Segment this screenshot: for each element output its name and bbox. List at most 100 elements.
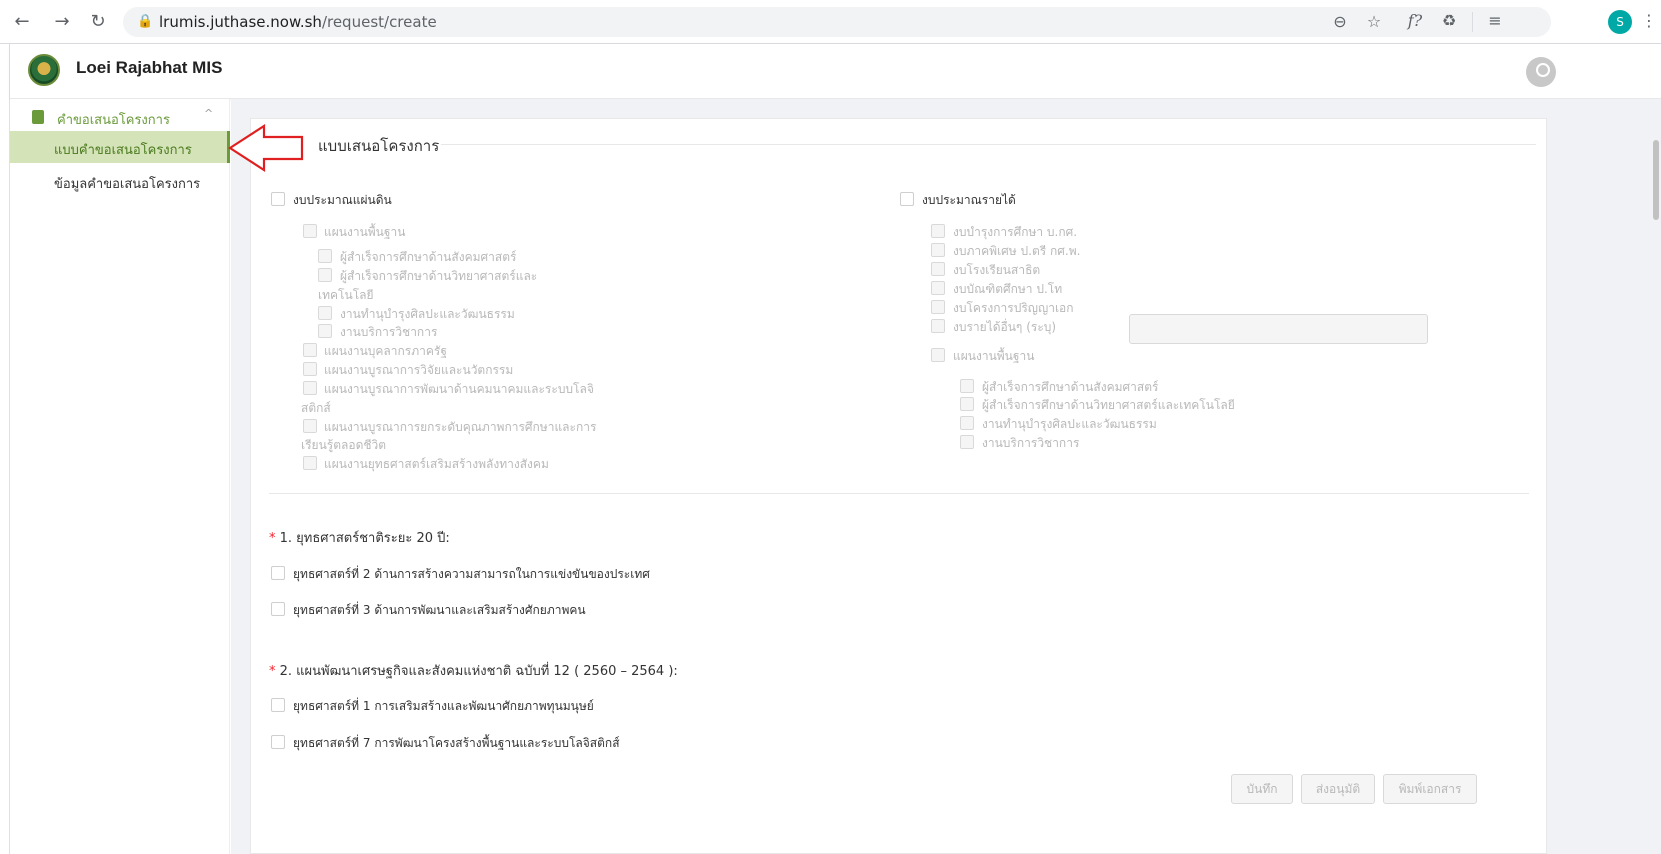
left-academic-services-label: งานบริการวิชาการ: [340, 325, 438, 339]
checkbox-social-empowerment[interactable]: [303, 456, 317, 470]
checkbox-left-science-graduates[interactable]: [318, 268, 332, 282]
checkbox-left-social-graduates[interactable]: [318, 249, 332, 263]
transport-logistics-label: แผนงานบูรณาการพัฒนาด้านคมนาคมและระบบโลจิ: [324, 382, 594, 396]
sidebar-item-request-form[interactable]: แบบคำขอเสนอโครงการ: [10, 131, 230, 163]
checkbox-q2-option-1[interactable]: [271, 698, 285, 712]
kebab-menu-icon[interactable]: ⋮: [1638, 11, 1660, 30]
submit-approval-button[interactable]: ส่งอนุมัติ: [1301, 774, 1375, 804]
q2-option-1-label: ยุทธศาสตร์ที่ 1 การเสริมสร้างและพัฒนาศัก…: [293, 699, 594, 713]
scrollbar-thumb[interactable]: [1653, 140, 1659, 220]
q1-heading: * 1. ยุทธศาสตร์ชาติระยะ 20 ปี:: [269, 527, 450, 548]
sidebar-item-label: แบบคำขอเสนอโครงการ: [54, 143, 192, 158]
social-empowerment-label: แผนงานยุทธศาสตร์เสริมสร้างพลังทางสังคม: [324, 457, 549, 471]
checkbox-right-academic-services[interactable]: [960, 435, 974, 449]
formula-extension-icon[interactable]: f?: [1404, 11, 1426, 30]
save-button[interactable]: บันทึก: [1231, 774, 1293, 804]
left-social-graduates-label: ผู้สำเร็จการศึกษาด้านสังคมศาสตร์: [340, 250, 517, 264]
sidebar-item-request-data[interactable]: ข้อมูลคำขอเสนอโครงการ: [10, 165, 230, 197]
checkbox-education-quality[interactable]: [303, 419, 317, 433]
chevron-up-icon: ^: [204, 107, 214, 120]
toolbar-separator: [1472, 12, 1473, 32]
card-title: แบบเสนอโครงการ: [318, 137, 440, 155]
checkbox-demo-school[interactable]: [931, 262, 945, 276]
right-social-graduates-label: ผู้สำเร็จการศึกษาด้านสังคมศาสตร์: [982, 380, 1159, 394]
q1-option-1-label: ยุทธศาสตร์ที่ 2 ด้านการสร้างความสามารถใน…: [293, 567, 650, 581]
checkbox-right-science-graduates[interactable]: [960, 397, 974, 411]
copy-icon: [32, 110, 44, 124]
income-budget-label: งบประมาณรายได้: [922, 193, 1016, 207]
q1-label: 1. ยุทธศาสตร์ชาติระยะ 20 ปี:: [279, 531, 450, 546]
q2-label: 2. แผนพัฒนาเศรษฐกิจและสังคมแห่งชาติ ฉบับ…: [279, 664, 678, 679]
checkbox-left-academic-services[interactable]: [318, 324, 332, 338]
education-quality-label: แผนงานบูรณาการยกระดับคุณภาพการศึกษาและกา…: [324, 420, 597, 434]
graduate-studies-label: งบบัณฑิตศึกษา ป.โท: [953, 282, 1063, 296]
state-budget-label: งบประมาณแผ่นดิน: [293, 193, 392, 207]
left-science-graduates-label: ผู้สำเร็จการศึกษาด้านวิทยาศาสตร์และ: [340, 269, 538, 283]
sidebar-group-project-requests[interactable]: คำขอเสนอโครงการ ^: [10, 103, 230, 131]
recycle-extension-icon[interactable]: ♻: [1438, 11, 1460, 30]
checkbox-left-basic-plan[interactable]: [303, 224, 317, 238]
checkbox-state-budget[interactable]: [271, 192, 285, 206]
required-asterisk: *: [269, 531, 276, 546]
demo-school-label: งบโรงเรียนสาธิต: [953, 263, 1041, 277]
address-bar[interactable]: 🔒 lrumis.juthase.now.sh/request/create ⊖…: [123, 7, 1551, 37]
checkbox-q2-option-2[interactable]: [271, 735, 285, 749]
research-innovation-label: แผนงานบูรณาการวิจัยและนวัตกรรม: [324, 363, 514, 377]
checkbox-q1-option-1[interactable]: [271, 566, 285, 580]
doctoral-program-label: งบโครงการปริญญาเอก: [953, 301, 1074, 315]
checkbox-doctoral-program[interactable]: [931, 300, 945, 314]
checkbox-research-innovation[interactable]: [303, 362, 317, 376]
checkbox-left-arts-culture[interactable]: [318, 306, 332, 320]
checkbox-other-income[interactable]: [931, 319, 945, 333]
media-control-icon[interactable]: ≡: [1484, 11, 1506, 30]
lock-icon: 🔒: [137, 14, 154, 29]
q2-option-2-label: ยุทธศาสตร์ที่ 7 การพัฒนาโครงสร้างพื้นฐาน…: [293, 736, 620, 750]
required-asterisk: *: [269, 664, 276, 679]
checkbox-income-budget[interactable]: [900, 192, 914, 206]
browser-toolbar: ← → ↻ 🔒 lrumis.juthase.now.sh/request/cr…: [0, 0, 1661, 44]
special-program-label: งบภาคพิเศษ ป.ตรี กศ.พ.: [953, 244, 1081, 258]
education-quality-label-cont: เรียนรู้ตลอดชีวิต: [301, 438, 387, 452]
print-document-button[interactable]: พิมพ์เอกสาร: [1383, 774, 1477, 804]
public-personnel-label: แผนงานบุคลากรภาครัฐ: [324, 344, 447, 358]
sidebar-group-label: คำขอเสนอโครงการ: [57, 113, 170, 128]
left-science-graduates-label-cont: เทคโนโลยี: [318, 288, 374, 302]
window-left-edge: [0, 44, 10, 854]
right-arts-culture-label: งานทำนุบำรุงศิลปะและวัฒนธรรม: [982, 417, 1157, 431]
q1-option-2-label: ยุทธศาสตร์ที่ 3 ด้านการพัฒนาและเสริมสร้า…: [293, 603, 586, 617]
checkbox-maintenance-fund[interactable]: [931, 224, 945, 238]
other-income-label: งบรายได้อื่นๆ (ระบุ): [953, 320, 1057, 334]
checkbox-special-program[interactable]: [931, 243, 945, 257]
checkbox-transport-logistics[interactable]: [303, 381, 317, 395]
project-form-card: แบบเสนอโครงการ งบประมาณแผ่นดิน แผนงานพื้…: [250, 118, 1547, 854]
other-income-input[interactable]: [1129, 314, 1428, 344]
checkbox-graduate-studies[interactable]: [931, 281, 945, 295]
checkbox-public-personnel[interactable]: [303, 343, 317, 357]
red-arrow-annotation-icon: [228, 124, 304, 173]
back-icon[interactable]: ←: [10, 10, 34, 34]
profile-avatar[interactable]: S: [1608, 10, 1632, 34]
reload-icon[interactable]: ↻: [86, 10, 110, 34]
title-divider: [441, 144, 1536, 145]
right-academic-services-label: งานบริการวิชาการ: [982, 436, 1080, 450]
checkbox-right-social-graduates[interactable]: [960, 379, 974, 393]
checkbox-q1-option-2[interactable]: [271, 602, 285, 616]
sidebar-item-label: ข้อมูลคำขอเสนอโครงการ: [54, 177, 201, 192]
zoom-icon[interactable]: ⊖: [1329, 12, 1351, 31]
right-basic-plan-label: แผนงานพื้นฐาน: [953, 349, 1035, 363]
forward-icon[interactable]: →: [50, 10, 74, 34]
user-avatar-icon[interactable]: [1526, 57, 1556, 87]
app-title: Loei Rajabhat MIS: [76, 58, 223, 77]
maintenance-fund-label: งบบำรุงการศึกษา บ.กศ.: [953, 225, 1078, 239]
left-basic-plan-label: แผนงานพื้นฐาน: [324, 225, 406, 239]
transport-logistics-label-cont: สติกส์: [301, 401, 331, 415]
left-arts-culture-label: งานทำนุบำรุงศิลปะและวัฒนธรรม: [340, 307, 515, 321]
star-icon[interactable]: ☆: [1363, 12, 1385, 31]
sidebar: คำขอเสนอโครงการ ^ แบบคำขอเสนอโครงการ ข้อ…: [10, 99, 230, 854]
right-science-graduates-label: ผู้สำเร็จการศึกษาด้านวิทยาศาสตร์และเทคโน…: [982, 398, 1235, 412]
app-header: Loei Rajabhat MIS: [10, 44, 1661, 99]
checkbox-right-arts-culture[interactable]: [960, 416, 974, 430]
url-text: lrumis.juthase.now.sh/request/create: [159, 13, 437, 31]
q2-heading: * 2. แผนพัฒนาเศรษฐกิจและสังคมแห่งชาติ ฉบ…: [269, 660, 678, 681]
checkbox-right-basic-plan[interactable]: [931, 348, 945, 362]
